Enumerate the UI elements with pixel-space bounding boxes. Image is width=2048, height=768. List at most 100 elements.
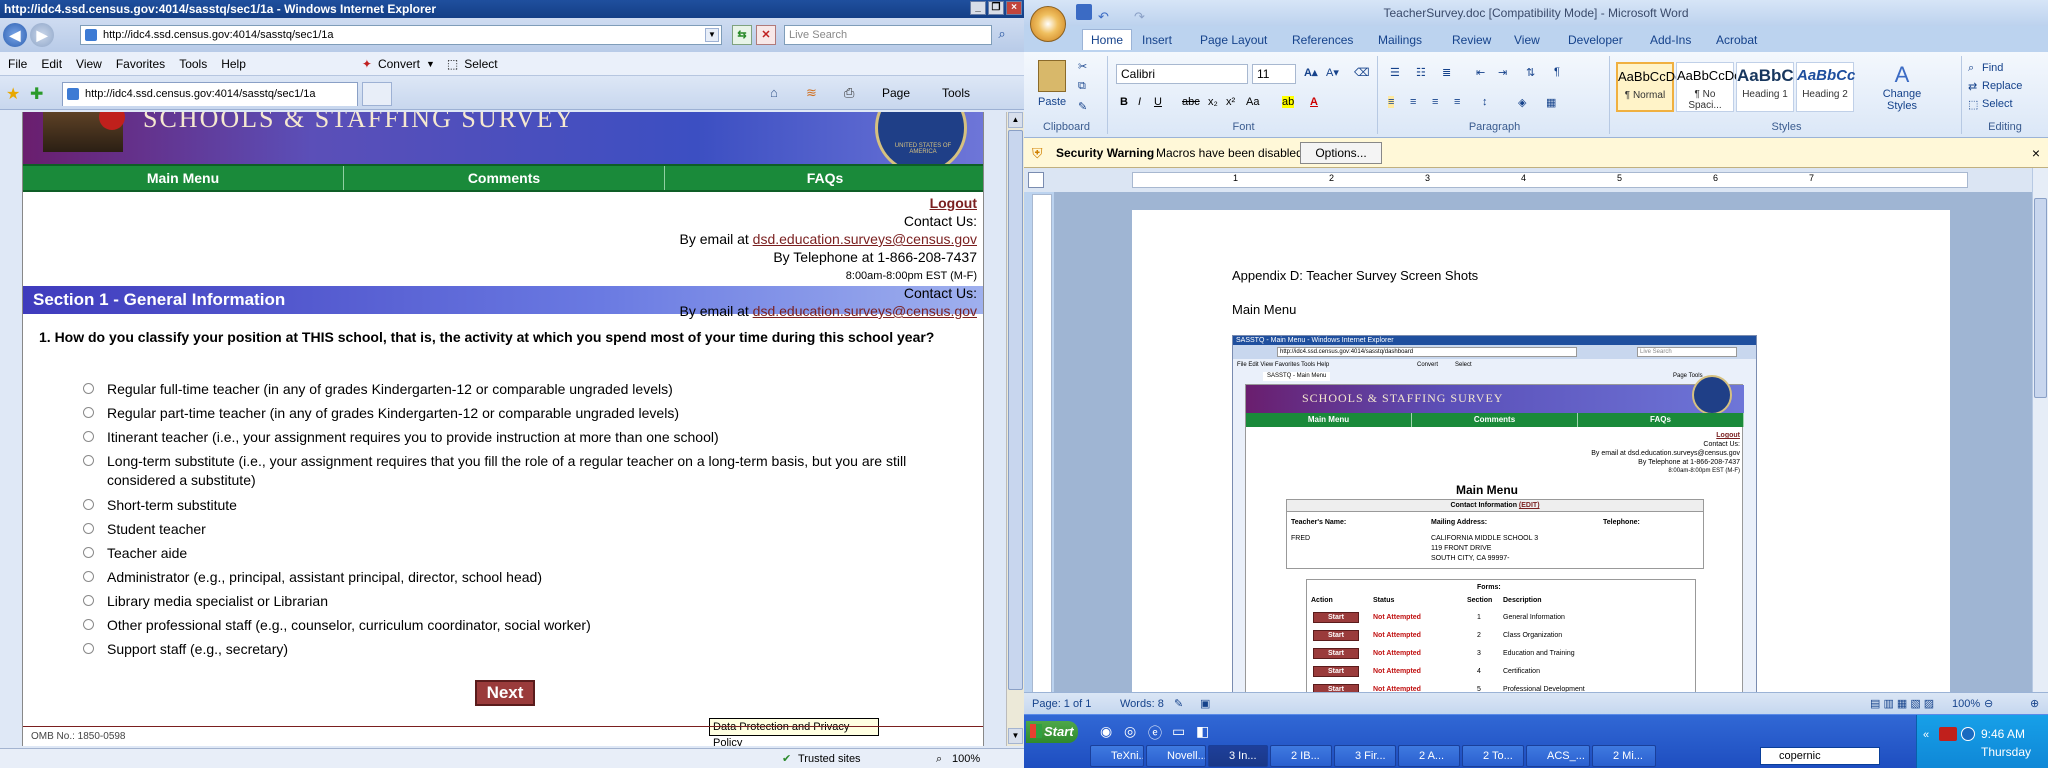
- radio-button[interactable]: [83, 571, 94, 582]
- scroll-up-icon[interactable]: ▲: [1008, 112, 1023, 128]
- subscript-icon[interactable]: x₂: [1208, 96, 1218, 108]
- grow-font-icon[interactable]: A▴: [1304, 66, 1317, 79]
- nav-faqs[interactable]: FAQs: [665, 166, 983, 190]
- find-icon[interactable]: ⌕: [1968, 62, 1974, 75]
- word-scrollbar[interactable]: [2032, 168, 2048, 692]
- word-count[interactable]: Words: 8: [1120, 693, 1164, 715]
- view-buttons[interactable]: ▤ ▥ ▦ ▧ ▨: [1870, 693, 1934, 715]
- format-painter-icon[interactable]: ✎: [1078, 100, 1087, 113]
- font-name-box[interactable]: Calibri: [1116, 64, 1248, 84]
- line-spacing-icon[interactable]: ↕: [1482, 96, 1488, 108]
- radio-button[interactable]: [83, 407, 94, 418]
- nav-comments[interactable]: Comments: [344, 166, 665, 190]
- superscript-icon[interactable]: x²: [1226, 96, 1235, 108]
- align-center-icon[interactable]: ≡: [1410, 96, 1416, 108]
- email-link[interactable]: dsd.education.surveys@census.gov: [753, 231, 977, 247]
- radio-button[interactable]: [83, 499, 94, 510]
- select-button[interactable]: Select: [464, 57, 497, 71]
- find-button[interactable]: Find: [1982, 62, 2003, 74]
- embedded-screenshot[interactable]: SASSTQ - Main Menu - Windows Internet Ex…: [1232, 335, 1757, 710]
- favorites-star-icon[interactable]: ★: [6, 84, 20, 104]
- shrink-font-icon[interactable]: A▾: [1326, 66, 1339, 79]
- task-ib[interactable]: 2 IB...: [1270, 745, 1332, 767]
- live-search-input[interactable]: Live Search: [784, 25, 992, 45]
- radio-button[interactable]: [83, 523, 94, 534]
- menu-file[interactable]: File: [8, 57, 27, 71]
- tab-acrobat[interactable]: Acrobat: [1716, 30, 1757, 50]
- zoom-in-icon[interactable]: ⊕: [2030, 693, 2039, 715]
- tab-home[interactable]: Home: [1082, 29, 1133, 50]
- radio-button[interactable]: [83, 383, 94, 394]
- tab-view[interactable]: View: [1514, 30, 1540, 50]
- media-quicklaunch-icon[interactable]: ◎: [1124, 723, 1136, 740]
- zoom-level[interactable]: 100%: [952, 749, 980, 768]
- change-case-icon[interactable]: Aa: [1246, 96, 1259, 108]
- folder-quicklaunch-icon[interactable]: ▭: [1172, 723, 1185, 740]
- minimize-button[interactable]: _: [970, 1, 986, 15]
- tab-references[interactable]: References: [1292, 30, 1353, 50]
- logout-link[interactable]: Logout: [930, 195, 977, 211]
- style-heading-1[interactable]: AaBbC Heading 1: [1736, 62, 1794, 112]
- task-to[interactable]: 2 To...: [1462, 745, 1524, 767]
- ruler-strip[interactable]: 1 2 3 4 5 6 7: [1132, 172, 1968, 188]
- multilevel-list-icon[interactable]: ≣: [1442, 66, 1451, 79]
- page-menu[interactable]: Page: [882, 86, 910, 100]
- forward-button[interactable]: ▶: [30, 23, 54, 47]
- convert-dropdown-icon[interactable]: ▼: [426, 59, 435, 69]
- highlight-icon[interactable]: ab: [1282, 96, 1295, 108]
- select-icon[interactable]: ⬚: [1968, 98, 1978, 111]
- next-button[interactable]: Next: [475, 680, 535, 706]
- menu-tools[interactable]: Tools: [179, 57, 207, 71]
- shading-icon[interactable]: ◈: [1518, 96, 1526, 109]
- add-favorites-icon[interactable]: ✚: [30, 84, 43, 104]
- refresh-icon[interactable]: ⇆: [732, 25, 752, 45]
- align-right-icon[interactable]: ≡: [1432, 96, 1438, 108]
- scroll-thumb[interactable]: [1008, 130, 1023, 690]
- tray-expand-icon[interactable]: «: [1923, 729, 1929, 741]
- tab-current-page[interactable]: http://idc4.ssd.census.gov:4014/sasstq/s…: [62, 82, 358, 106]
- align-left-icon[interactable]: ≡: [1388, 96, 1395, 108]
- clear-format-icon[interactable]: ⌫: [1354, 66, 1370, 79]
- task-texnic[interactable]: TeXni...: [1090, 745, 1144, 767]
- menu-edit[interactable]: Edit: [41, 57, 62, 71]
- desktop-search-box[interactable]: copernic: [1760, 747, 1880, 765]
- tab-mailings[interactable]: Mailings: [1378, 30, 1422, 50]
- numbering-icon[interactable]: ☷: [1416, 66, 1426, 79]
- radio-button[interactable]: [83, 643, 94, 654]
- task-acs[interactable]: ACS_...: [1526, 745, 1590, 767]
- task-word[interactable]: 2 Mi...: [1592, 745, 1656, 767]
- options-button[interactable]: Options...: [1300, 142, 1382, 164]
- nav-main-menu[interactable]: Main Menu: [23, 166, 344, 190]
- select-button[interactable]: Select: [1982, 98, 2013, 110]
- search-icon[interactable]: ⌕: [992, 25, 1012, 45]
- radio-button[interactable]: [83, 595, 94, 606]
- feeds-icon[interactable]: ≋: [806, 85, 817, 101]
- change-styles-button[interactable]: A Change Styles: [1882, 62, 1922, 118]
- tab-selector[interactable]: [1028, 172, 1044, 188]
- task-ie[interactable]: 3 In...: [1208, 745, 1268, 767]
- proofing-icon[interactable]: ✎: [1174, 693, 1183, 715]
- increase-indent-icon[interactable]: ⇥: [1498, 66, 1507, 79]
- style-normal[interactable]: AaBbCcDc ¶ Normal: [1616, 62, 1682, 112]
- network-tray-icon[interactable]: [1961, 727, 1975, 741]
- back-button[interactable]: ◀: [3, 23, 27, 47]
- radio-button[interactable]: [83, 455, 94, 466]
- replace-button[interactable]: Replace: [1982, 80, 2022, 92]
- bullets-icon[interactable]: ☰: [1390, 66, 1400, 79]
- clock-time[interactable]: 9:46 AM: [1981, 727, 2025, 741]
- document-page[interactable]: Appendix D: Teacher Survey Screen Shots …: [1132, 210, 1950, 710]
- cut-icon[interactable]: ✂: [1078, 60, 1087, 73]
- stop-icon[interactable]: ✕: [756, 25, 776, 45]
- firefox-quicklaunch-icon[interactable]: ◉: [1100, 723, 1112, 740]
- zoom-level[interactable]: 100%: [1952, 693, 1980, 715]
- tab-developer[interactable]: Developer: [1568, 30, 1623, 50]
- paste-button[interactable]: Paste: [1038, 96, 1066, 108]
- show-marks-icon[interactable]: ¶: [1554, 66, 1560, 78]
- copy-icon[interactable]: ⧉: [1078, 80, 1086, 93]
- desktop-quicklaunch-icon[interactable]: ◧: [1196, 723, 1209, 740]
- paste-icon[interactable]: [1038, 60, 1066, 92]
- ati-tray-icon[interactable]: [1939, 727, 1957, 741]
- italic-icon[interactable]: I: [1138, 96, 1141, 108]
- print-icon[interactable]: ⎙: [844, 85, 854, 101]
- menu-view[interactable]: View: [76, 57, 102, 71]
